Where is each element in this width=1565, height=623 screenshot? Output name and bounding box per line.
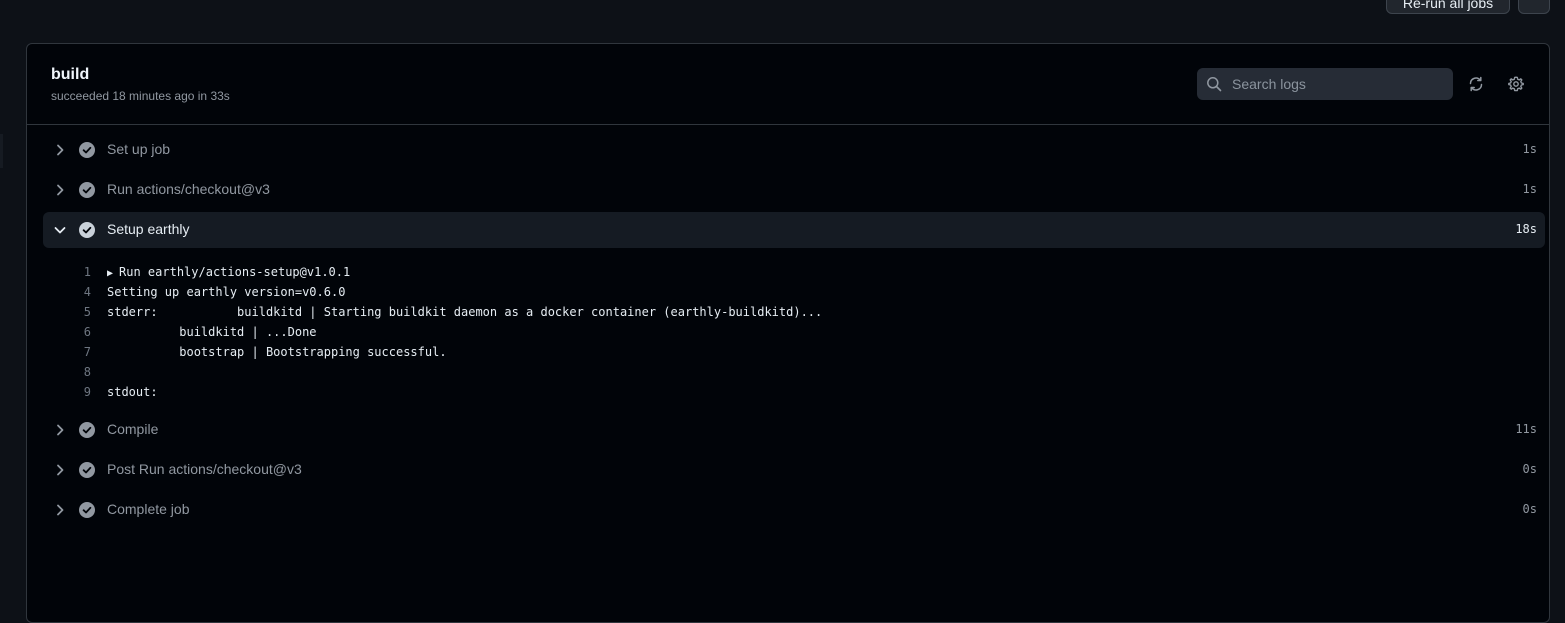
step-label: Run actions/checkout@v3	[107, 181, 270, 197]
step-duration: 1s	[1522, 182, 1537, 196]
log-line: 6 buildkitd | ...Done	[43, 322, 1545, 342]
log-line: 8	[43, 362, 1545, 382]
log-message: stdout:	[107, 385, 158, 399]
log-line: 7 bootstrap | Bootstrapping successful.	[43, 342, 1545, 362]
steps-list: Set up job 1s Run actions/checkout@v3 1s Set…	[43, 132, 1545, 532]
chevron-right-icon[interactable]	[52, 422, 68, 443]
line-number[interactable]: 8	[43, 365, 91, 379]
log-message: stderr: buildkitd | Starting buildkit da…	[107, 305, 823, 319]
log-line: 5 stderr: buildkitd | Starting buildkit d…	[43, 302, 1545, 322]
step-label: Compile	[107, 421, 159, 437]
line-number[interactable]: 7	[43, 345, 91, 359]
job-title: build	[51, 66, 90, 83]
check-circle-icon	[79, 462, 95, 483]
line-number[interactable]: 5	[43, 305, 91, 319]
log-message: bootstrap | Bootstrapping successful.	[107, 345, 447, 359]
log-line[interactable]: 1 ▶ Run earthly/actions-setup@v1.0.1	[43, 262, 1545, 282]
check-circle-icon	[79, 502, 95, 523]
job-log-panel: build succeeded 18 minutes ago in 33s Se…	[26, 43, 1550, 623]
line-number[interactable]: 9	[43, 385, 91, 399]
chevron-right-icon[interactable]	[52, 502, 68, 523]
log-step[interactable]: Complete job 0s	[43, 492, 1545, 528]
log-message: buildkitd | ...Done	[107, 325, 317, 339]
search-icon	[1207, 77, 1222, 92]
line-number[interactable]: 6	[43, 325, 91, 339]
step-label: Set up job	[107, 141, 171, 157]
search-box[interactable]	[1197, 68, 1453, 100]
more-actions-button[interactable]	[1518, 0, 1550, 14]
step-label: Complete job	[107, 501, 190, 517]
log-text: bootstrap | Bootstrapping successful.	[107, 345, 447, 359]
line-number[interactable]: 1	[43, 265, 91, 279]
step-duration: 0s	[1522, 462, 1537, 476]
rerun-all-jobs-button[interactable]: Re-run all jobs	[1386, 0, 1510, 14]
chevron-right-icon[interactable]	[52, 142, 68, 163]
search-logs-input[interactable]	[1230, 75, 1444, 93]
log-text: ▶ Run earthly/actions-setup@v1.0.1	[107, 265, 350, 279]
chevron-down-icon[interactable]	[52, 222, 68, 243]
log-text: Setting up earthly version=v0.6.0	[107, 285, 345, 299]
log-step[interactable]: Set up job 1s	[43, 132, 1545, 168]
log-line: 4 Setting up earthly version=v0.6.0	[43, 282, 1545, 302]
log-text: stderr: buildkitd | Starting buildkit da…	[107, 305, 822, 319]
log-message: Setting up earthly version=v0.6.0	[107, 285, 346, 299]
log-step[interactable]: Compile 11s	[43, 412, 1545, 448]
chevron-right-icon[interactable]	[52, 462, 68, 483]
step-duration: 0s	[1522, 502, 1537, 516]
log-step[interactable]: Setup earthly 18s	[43, 212, 1545, 248]
log-line: 9 stdout:	[43, 382, 1545, 402]
step-label: Post Run actions/checkout@v3	[107, 461, 302, 477]
refresh-icon[interactable]	[1464, 72, 1488, 96]
log-text: stdout:	[107, 385, 158, 399]
check-circle-icon	[79, 142, 95, 163]
gear-icon[interactable]	[1504, 72, 1528, 96]
expand-group-icon[interactable]: ▶	[107, 268, 113, 279]
step-log-output: 1 ▶ Run earthly/actions-setup@v1.0.1 4 Setti…	[43, 252, 1545, 408]
log-message: Run earthly/actions-setup@v1.0.1	[119, 265, 351, 279]
step-duration: 1s	[1522, 142, 1537, 156]
log-text: buildkitd | ...Done	[107, 325, 317, 339]
step-duration: 11s	[1515, 422, 1537, 436]
check-circle-icon	[79, 182, 95, 203]
step-label: Setup earthly	[107, 221, 190, 237]
check-circle-icon	[79, 222, 95, 243]
line-number[interactable]: 4	[43, 285, 91, 299]
log-step[interactable]: Post Run actions/checkout@v3 0s	[43, 452, 1545, 488]
job-status: succeeded 18 minutes ago in 33s	[51, 89, 230, 103]
log-step[interactable]: Run actions/checkout@v3 1s	[43, 172, 1545, 208]
sidebar-edge	[0, 134, 3, 168]
check-circle-icon	[79, 422, 95, 443]
step-duration: 18s	[1515, 222, 1537, 236]
chevron-right-icon[interactable]	[52, 182, 68, 203]
job-header: build succeeded 18 minutes ago in 33s	[27, 44, 1549, 125]
